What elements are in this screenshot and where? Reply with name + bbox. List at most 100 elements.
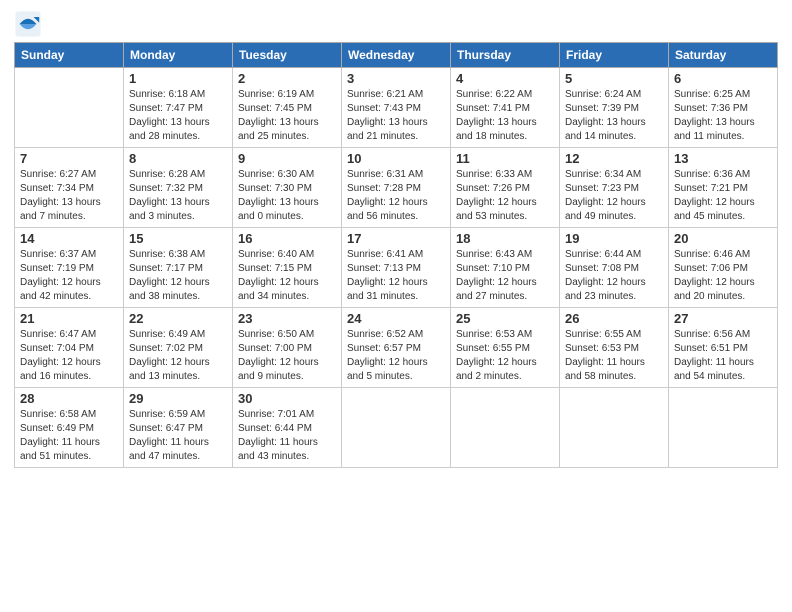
calendar-cell: 10 Sunrise: 6:31 AM Sunset: 7:28 PM Dayli… <box>342 148 451 228</box>
day-number: 2 <box>238 71 336 86</box>
day-info: Sunrise: 6:34 AM Sunset: 7:23 PM Dayligh… <box>565 168 663 224</box>
day-info: Sunrise: 6:31 AM Sunset: 7:28 PM Dayligh… <box>347 168 445 224</box>
calendar-cell <box>15 68 124 148</box>
day-info: Sunrise: 6:55 AM Sunset: 6:53 PM Dayligh… <box>565 328 663 384</box>
calendar-header: SundayMondayTuesdayWednesdayThursdayFrid… <box>15 43 778 68</box>
calendar-cell: 19Sunrise: 6:44 AM Sunset: 7:08 PM Dayli… <box>560 228 669 308</box>
calendar-cell: 2 Sunrise: 6:19 AM Sunset: 7:45 PM Daylig… <box>233 68 342 148</box>
calendar-cell: 16 Sunrise: 6:40 AM Sunset: 7:15 PM Dayli… <box>233 228 342 308</box>
day-number: 17 <box>347 231 445 246</box>
day-number: 14 <box>20 231 118 246</box>
weekday-header: Sunday <box>15 43 124 68</box>
calendar-cell <box>560 388 669 468</box>
day-number: 8 <box>129 151 227 166</box>
day-number: 30 <box>238 391 336 406</box>
calendar-cell: 9 Sunrise: 6:30 AM Sunset: 7:30 PM Daylig… <box>233 148 342 228</box>
day-info: Sunrise: 6:59 AM Sunset: 6:47 PM Dayligh… <box>129 408 227 464</box>
calendar-cell <box>451 388 560 468</box>
day-number: 26 <box>565 311 663 326</box>
day-number: 27 <box>674 311 772 326</box>
day-info: Sunrise: 6:40 AM Sunset: 7:15 PM Dayligh… <box>238 248 336 304</box>
calendar-week-row: 28Sunrise: 6:58 AM Sunset: 6:49 PM Dayli… <box>15 388 778 468</box>
calendar-cell <box>342 388 451 468</box>
day-info: Sunrise: 6:30 AM Sunset: 7:30 PM Dayligh… <box>238 168 336 224</box>
day-info: Sunrise: 6:52 AM Sunset: 6:57 PM Dayligh… <box>347 328 445 384</box>
calendar-cell: 17 Sunrise: 6:41 AM Sunset: 7:13 PM Dayli… <box>342 228 451 308</box>
day-info: Sunrise: 6:38 AM Sunset: 7:17 PM Dayligh… <box>129 248 227 304</box>
day-info: Sunrise: 6:50 AM Sunset: 7:00 PM Dayligh… <box>238 328 336 384</box>
calendar-cell: 24 Sunrise: 6:52 AM Sunset: 6:57 PM Dayli… <box>342 308 451 388</box>
calendar-cell: 18Sunrise: 6:43 AM Sunset: 7:10 PM Dayli… <box>451 228 560 308</box>
logo <box>14 10 44 38</box>
calendar-cell: 30 Sunrise: 7:01 AM Sunset: 6:44 PM Dayli… <box>233 388 342 468</box>
calendar-week-row: 7 Sunrise: 6:27 AM Sunset: 7:34 PM Daylig… <box>15 148 778 228</box>
day-number: 29 <box>129 391 227 406</box>
calendar-cell: 15Sunrise: 6:38 AM Sunset: 7:17 PM Dayli… <box>124 228 233 308</box>
day-number: 23 <box>238 311 336 326</box>
calendar-body: 1 Sunrise: 6:18 AM Sunset: 7:47 PM Daylig… <box>15 68 778 468</box>
day-info: Sunrise: 6:58 AM Sunset: 6:49 PM Dayligh… <box>20 408 118 464</box>
calendar-cell: 23 Sunrise: 6:50 AM Sunset: 7:00 PM Dayli… <box>233 308 342 388</box>
day-number: 18 <box>456 231 554 246</box>
day-number: 13 <box>674 151 772 166</box>
day-number: 7 <box>20 151 118 166</box>
day-number: 6 <box>674 71 772 86</box>
day-number: 10 <box>347 151 445 166</box>
weekday-header: Tuesday <box>233 43 342 68</box>
calendar-cell: 21 Sunrise: 6:47 AM Sunset: 7:04 PM Dayli… <box>15 308 124 388</box>
calendar-cell: 8 Sunrise: 6:28 AM Sunset: 7:32 PM Daylig… <box>124 148 233 228</box>
day-number: 11 <box>456 151 554 166</box>
day-info: Sunrise: 6:37 AM Sunset: 7:19 PM Dayligh… <box>20 248 118 304</box>
calendar-cell: 27 Sunrise: 6:56 AM Sunset: 6:51 PM Dayli… <box>669 308 778 388</box>
calendar-table: SundayMondayTuesdayWednesdayThursdayFrid… <box>14 42 778 468</box>
day-info: Sunrise: 6:41 AM Sunset: 7:13 PM Dayligh… <box>347 248 445 304</box>
day-info: Sunrise: 6:22 AM Sunset: 7:41 PM Dayligh… <box>456 88 554 144</box>
weekday-header: Wednesday <box>342 43 451 68</box>
calendar-cell: 20 Sunrise: 6:46 AM Sunset: 7:06 PM Dayli… <box>669 228 778 308</box>
day-info: Sunrise: 6:49 AM Sunset: 7:02 PM Dayligh… <box>129 328 227 384</box>
calendar-cell: 13 Sunrise: 6:36 AM Sunset: 7:21 PM Dayli… <box>669 148 778 228</box>
day-info: Sunrise: 6:19 AM Sunset: 7:45 PM Dayligh… <box>238 88 336 144</box>
day-info: Sunrise: 6:18 AM Sunset: 7:47 PM Dayligh… <box>129 88 227 144</box>
day-number: 1 <box>129 71 227 86</box>
calendar-cell: 22Sunrise: 6:49 AM Sunset: 7:02 PM Dayli… <box>124 308 233 388</box>
day-info: Sunrise: 6:24 AM Sunset: 7:39 PM Dayligh… <box>565 88 663 144</box>
day-info: Sunrise: 7:01 AM Sunset: 6:44 PM Dayligh… <box>238 408 336 464</box>
day-info: Sunrise: 6:56 AM Sunset: 6:51 PM Dayligh… <box>674 328 772 384</box>
day-info: Sunrise: 6:28 AM Sunset: 7:32 PM Dayligh… <box>129 168 227 224</box>
weekday-header: Saturday <box>669 43 778 68</box>
calendar-week-row: 21 Sunrise: 6:47 AM Sunset: 7:04 PM Dayli… <box>15 308 778 388</box>
day-number: 9 <box>238 151 336 166</box>
day-info: Sunrise: 6:33 AM Sunset: 7:26 PM Dayligh… <box>456 168 554 224</box>
calendar-cell: 7 Sunrise: 6:27 AM Sunset: 7:34 PM Daylig… <box>15 148 124 228</box>
day-number: 25 <box>456 311 554 326</box>
weekday-row: SundayMondayTuesdayWednesdayThursdayFrid… <box>15 43 778 68</box>
calendar-cell: 6Sunrise: 6:25 AM Sunset: 7:36 PM Daylig… <box>669 68 778 148</box>
calendar-cell: 12 Sunrise: 6:34 AM Sunset: 7:23 PM Dayli… <box>560 148 669 228</box>
weekday-header: Thursday <box>451 43 560 68</box>
calendar-week-row: 1 Sunrise: 6:18 AM Sunset: 7:47 PM Daylig… <box>15 68 778 148</box>
page-container: SundayMondayTuesdayWednesdayThursdayFrid… <box>0 0 792 478</box>
calendar-week-row: 14 Sunrise: 6:37 AM Sunset: 7:19 PM Dayli… <box>15 228 778 308</box>
weekday-header: Monday <box>124 43 233 68</box>
day-info: Sunrise: 6:47 AM Sunset: 7:04 PM Dayligh… <box>20 328 118 384</box>
day-info: Sunrise: 6:27 AM Sunset: 7:34 PM Dayligh… <box>20 168 118 224</box>
calendar-cell: 4 Sunrise: 6:22 AM Sunset: 7:41 PM Daylig… <box>451 68 560 148</box>
day-number: 12 <box>565 151 663 166</box>
day-number: 20 <box>674 231 772 246</box>
calendar-cell: 11 Sunrise: 6:33 AM Sunset: 7:26 PM Dayli… <box>451 148 560 228</box>
calendar-cell: 5Sunrise: 6:24 AM Sunset: 7:39 PM Daylig… <box>560 68 669 148</box>
calendar-cell: 29 Sunrise: 6:59 AM Sunset: 6:47 PM Dayli… <box>124 388 233 468</box>
day-number: 4 <box>456 71 554 86</box>
day-number: 24 <box>347 311 445 326</box>
day-number: 21 <box>20 311 118 326</box>
calendar-cell: 28Sunrise: 6:58 AM Sunset: 6:49 PM Dayli… <box>15 388 124 468</box>
day-info: Sunrise: 6:44 AM Sunset: 7:08 PM Dayligh… <box>565 248 663 304</box>
day-info: Sunrise: 6:46 AM Sunset: 7:06 PM Dayligh… <box>674 248 772 304</box>
day-number: 16 <box>238 231 336 246</box>
day-number: 3 <box>347 71 445 86</box>
calendar-cell: 1 Sunrise: 6:18 AM Sunset: 7:47 PM Daylig… <box>124 68 233 148</box>
logo-name <box>14 10 44 38</box>
day-info: Sunrise: 6:36 AM Sunset: 7:21 PM Dayligh… <box>674 168 772 224</box>
header <box>14 10 778 38</box>
